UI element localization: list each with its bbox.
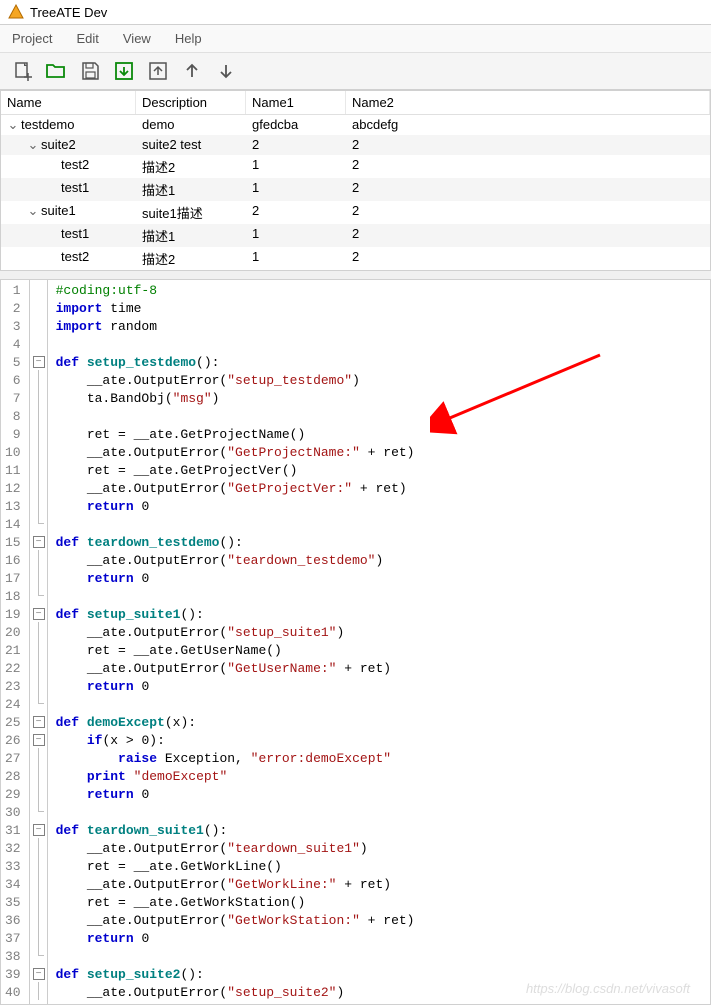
menubar: Project Edit View Help: [0, 25, 711, 53]
import-button[interactable]: [110, 57, 138, 85]
tree-row[interactable]: test1描述112: [1, 224, 710, 247]
save-button[interactable]: [76, 57, 104, 85]
tree-row[interactable]: ⌄suite1suite1描述22: [1, 201, 710, 224]
header-name2[interactable]: Name2: [346, 91, 710, 114]
export-button[interactable]: [144, 57, 172, 85]
watermark: https://blog.csdn.net/vivasoft: [526, 981, 690, 996]
new-file-button[interactable]: [8, 57, 36, 85]
tree-body: ⌄testdemodemogfedcbaabcdefg⌄suite2suite2…: [1, 115, 710, 270]
menu-view[interactable]: View: [111, 27, 163, 50]
app-icon: [8, 4, 24, 20]
fold-gutter[interactable]: [30, 280, 48, 1004]
titlebar: TreeATE Dev: [0, 0, 711, 25]
code-area[interactable]: #coding:utf-8import timeimport random de…: [48, 280, 710, 1004]
tree-table: Name Description Name1 Name2 ⌄testdemode…: [0, 90, 711, 271]
line-number-gutter: 1234567891011121314151617181920212223242…: [1, 280, 30, 1004]
move-down-button[interactable]: [212, 57, 240, 85]
menu-edit[interactable]: Edit: [64, 27, 110, 50]
header-name1[interactable]: Name1: [246, 91, 346, 114]
header-desc[interactable]: Description: [136, 91, 246, 114]
tree-row[interactable]: test2描述212: [1, 155, 710, 178]
tree-row[interactable]: test2描述212: [1, 247, 710, 270]
app-title: TreeATE Dev: [30, 5, 107, 20]
menu-project[interactable]: Project: [0, 27, 64, 50]
menu-help[interactable]: Help: [163, 27, 214, 50]
tree-row[interactable]: ⌄testdemodemogfedcbaabcdefg: [1, 115, 710, 135]
tree-header: Name Description Name1 Name2: [1, 91, 710, 115]
code-editor[interactable]: 1234567891011121314151617181920212223242…: [0, 279, 711, 1005]
expander-icon[interactable]: ⌄: [27, 203, 39, 219]
open-folder-button[interactable]: [42, 57, 70, 85]
toolbar: [0, 53, 711, 90]
tree-row[interactable]: test1描述112: [1, 178, 710, 201]
header-name[interactable]: Name: [1, 91, 136, 114]
expander-icon[interactable]: ⌄: [7, 117, 19, 133]
tree-row[interactable]: ⌄suite2suite2 test22: [1, 135, 710, 155]
expander-icon[interactable]: ⌄: [27, 137, 39, 153]
move-up-button[interactable]: [178, 57, 206, 85]
